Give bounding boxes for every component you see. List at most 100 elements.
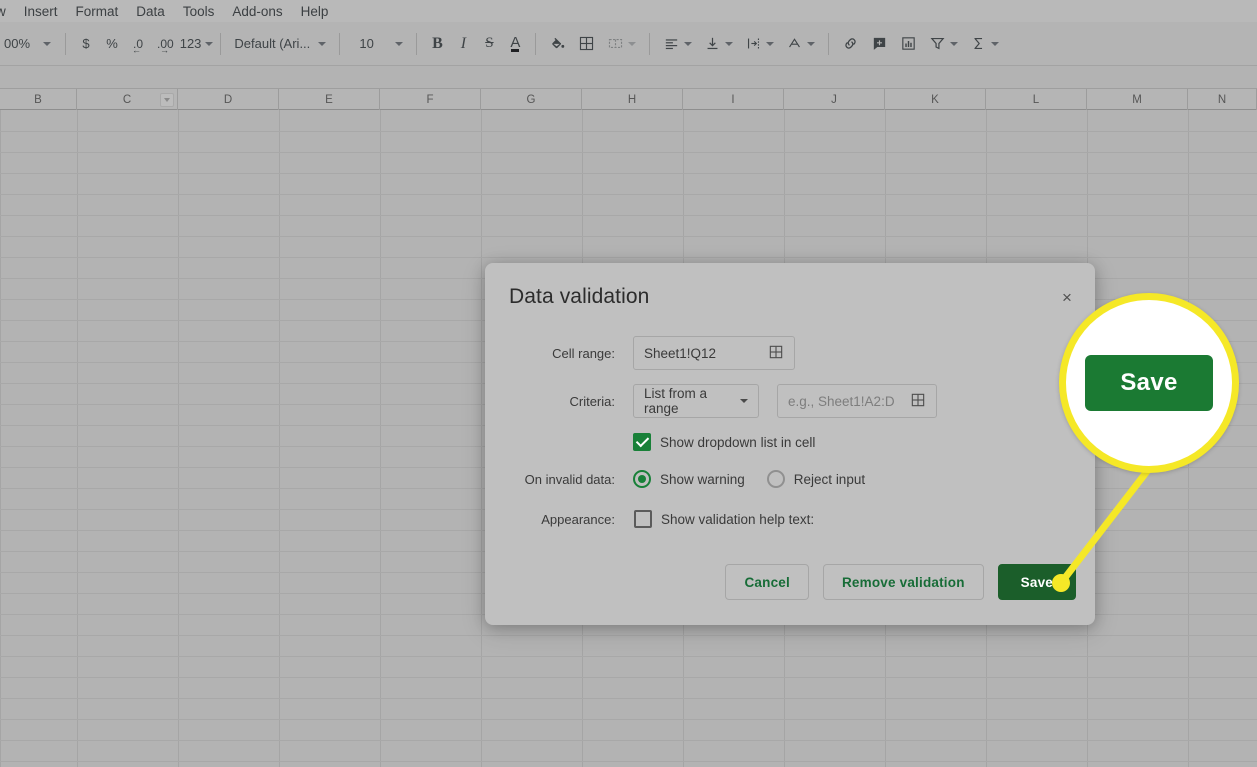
- grid-row-line: [0, 131, 1257, 132]
- horizontal-align-button[interactable]: [657, 31, 698, 57]
- google-sheets-window: w Insert Format Data Tools Add-ons Help …: [0, 0, 1257, 767]
- cell-range-value: Sheet1!Q12: [644, 345, 717, 361]
- chevron-down-icon: [766, 41, 775, 46]
- format-percent-button[interactable]: %: [99, 31, 125, 57]
- decrease-decimal-button[interactable]: .0 ←: [125, 31, 151, 57]
- toolbar-divider: [220, 32, 222, 55]
- increase-decimal-button[interactable]: .00 →: [151, 31, 180, 57]
- magnified-save-button: Save: [1085, 355, 1213, 411]
- italic-button[interactable]: I: [450, 31, 476, 57]
- toolbar-divider: [339, 32, 341, 55]
- grid-row-line: [0, 194, 1257, 195]
- cancel-button[interactable]: Cancel: [725, 564, 809, 600]
- grid-row-line: [0, 215, 1257, 216]
- sigma-icon: [970, 35, 987, 52]
- show-dropdown-checkbox[interactable]: [633, 433, 651, 451]
- column-header-label: J: [831, 93, 837, 106]
- column-header-j[interactable]: J: [784, 89, 885, 110]
- menu-item-data[interactable]: Data: [128, 2, 173, 21]
- menu-item-addons[interactable]: Add-ons: [224, 2, 290, 21]
- filter-funnel-icon: [929, 35, 946, 52]
- more-formats-label: 123: [179, 36, 202, 51]
- toolbar-divider: [649, 32, 651, 55]
- show-warning-label: Show warning: [660, 471, 745, 487]
- merge-cells-button[interactable]: [601, 31, 642, 57]
- bold-button[interactable]: B: [424, 31, 450, 57]
- grid-column-line: [481, 110, 482, 767]
- column-header-c[interactable]: C: [77, 89, 178, 110]
- column-header-f[interactable]: F: [380, 89, 481, 110]
- grid-row-line: [0, 635, 1257, 636]
- column-header-k[interactable]: K: [885, 89, 986, 110]
- font-family-select[interactable]: Default (Ari...: [228, 31, 332, 57]
- criteria-type-select[interactable]: List from a range: [633, 384, 759, 418]
- column-header-g[interactable]: G: [481, 89, 582, 110]
- column-header-m[interactable]: M: [1087, 89, 1188, 110]
- show-warning-radio[interactable]: [633, 470, 651, 488]
- column-header-label: E: [325, 93, 333, 106]
- show-help-text-checkbox[interactable]: [634, 510, 652, 528]
- column-header-i[interactable]: I: [683, 89, 784, 110]
- zoom-level-value[interactable]: 00%: [2, 31, 32, 57]
- paint-bucket-icon: [549, 35, 566, 52]
- arrow-left-icon: ←: [132, 44, 142, 55]
- grid-row-line: [0, 173, 1257, 174]
- criteria-label: Criteria:: [569, 393, 615, 409]
- create-filter-button[interactable]: [923, 31, 964, 57]
- text-color-button[interactable]: A: [502, 31, 528, 57]
- grid-picker-icon[interactable]: [768, 344, 784, 363]
- grid-row-line: [0, 761, 1257, 762]
- magnifier-callout: Save: [1059, 293, 1239, 473]
- font-size-value: 10: [359, 36, 374, 51]
- text-wrapping-button[interactable]: [739, 31, 780, 57]
- column-header-label: G: [526, 93, 536, 106]
- font-size-select[interactable]: 10: [347, 31, 409, 57]
- column-header-n[interactable]: N: [1188, 89, 1257, 110]
- font-family-value: Default (Ari...: [234, 36, 311, 51]
- more-formats-button[interactable]: 123: [180, 31, 214, 57]
- link-icon: [842, 35, 859, 52]
- dialog-action-buttons: Cancel Remove validation Save: [485, 564, 1095, 600]
- fill-color-button[interactable]: [543, 31, 572, 57]
- chevron-down-icon: [807, 41, 816, 46]
- menu-item-tools[interactable]: Tools: [175, 2, 223, 21]
- vertical-align-button[interactable]: [698, 31, 739, 57]
- toolbar-divider: [828, 32, 830, 55]
- column-header-d[interactable]: D: [178, 89, 279, 110]
- grid-row-line: [0, 656, 1257, 657]
- show-warning-option[interactable]: Show warning: [633, 470, 745, 488]
- reject-input-option[interactable]: Reject input: [766, 470, 866, 488]
- menu-item-view[interactable]: w: [0, 2, 14, 21]
- insert-chart-button[interactable]: [894, 31, 923, 57]
- column-header-h[interactable]: H: [582, 89, 683, 110]
- reject-input-label: Reject input: [793, 471, 866, 487]
- format-currency-button[interactable]: $: [73, 31, 99, 57]
- column-header-b[interactable]: B: [0, 89, 77, 110]
- strikethrough-button[interactable]: S: [476, 31, 502, 57]
- chevron-down-icon: [684, 41, 693, 46]
- criteria-range-input[interactable]: e.g., Sheet1!A2:D: [777, 384, 937, 418]
- toolbar-divider: [416, 32, 418, 55]
- text-rotation-button[interactable]: [780, 31, 821, 57]
- reject-input-radio[interactable]: [766, 470, 785, 488]
- appearance-label: Appearance:: [541, 511, 615, 527]
- remove-validation-button[interactable]: Remove validation: [822, 564, 984, 600]
- insert-comment-button[interactable]: [865, 31, 894, 57]
- insert-link-button[interactable]: [836, 31, 865, 57]
- menu-item-help[interactable]: Help: [293, 2, 337, 21]
- grid-picker-icon[interactable]: [910, 392, 926, 411]
- close-icon[interactable]: ×: [1055, 285, 1079, 309]
- menu-item-format[interactable]: Format: [68, 2, 127, 21]
- cell-range-input[interactable]: Sheet1!Q12: [633, 336, 795, 370]
- callout-anchor-dot: [1052, 574, 1070, 592]
- menu-item-insert[interactable]: Insert: [16, 2, 66, 21]
- grid-column-line: [77, 110, 78, 767]
- functions-button[interactable]: [964, 31, 1005, 57]
- zoom-dropdown-caret[interactable]: [32, 31, 58, 57]
- column-filter-icon[interactable]: [160, 93, 174, 107]
- borders-button[interactable]: [572, 31, 601, 57]
- cell-range-row: Cell range: Sheet1!Q12: [485, 336, 1095, 370]
- column-header-l[interactable]: L: [986, 89, 1087, 110]
- column-header-e[interactable]: E: [279, 89, 380, 110]
- chevron-down-icon: [991, 41, 1000, 46]
